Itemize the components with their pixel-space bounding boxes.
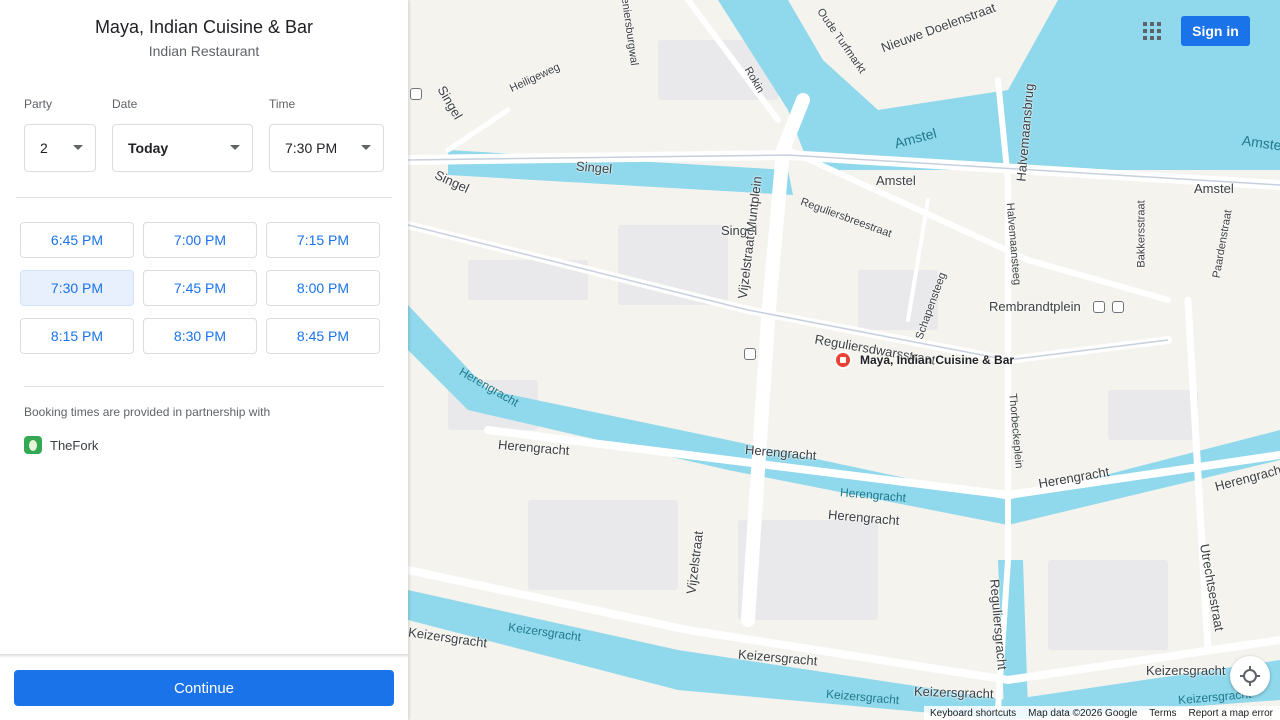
restaurant-type: Indian Restaurant <box>148 43 260 59</box>
party-label: Party <box>24 97 53 111</box>
continue-button[interactable]: Continue <box>14 670 394 706</box>
time-label: Time <box>269 97 296 111</box>
partner-link[interactable]: TheFork <box>24 436 98 454</box>
restaurant-pin-icon[interactable] <box>834 351 852 369</box>
time-slot-715[interactable]: 7:15 PM <box>266 222 380 258</box>
partner-text: Booking times are provided in partnershi… <box>24 405 271 419</box>
date-select[interactable]: Today <box>112 124 253 172</box>
thefork-logo-icon <box>24 436 42 454</box>
booking-panel: Maya, Indian Cuisine & Bar Indian Restau… <box>0 0 408 720</box>
time-slot-845[interactable]: 8:45 PM <box>266 318 380 354</box>
apps-grid-icon[interactable] <box>1143 22 1161 40</box>
time-slot-745[interactable]: 7:45 PM <box>143 270 257 306</box>
divider <box>16 197 392 198</box>
time-select[interactable]: 7:30 PM <box>269 124 384 172</box>
street-label: Singel <box>575 158 613 177</box>
time-slot-815[interactable]: 8:15 PM <box>20 318 134 354</box>
partner-name: TheFork <box>50 437 99 453</box>
report-error-link[interactable]: Report a map error <box>1189 708 1273 719</box>
map-canvas[interactable]: Singel Singel Singel Singel Amstel Amste… <box>408 0 1280 720</box>
street-label: Bakkersstraat <box>1135 200 1148 268</box>
keyboard-shortcuts-link[interactable]: Keyboard shortcuts <box>930 708 1016 719</box>
time-slot-730-selected[interactable]: 7:30 PM <box>20 270 134 306</box>
tram-stop-icon[interactable] <box>1112 301 1124 313</box>
street-label: Keizersgracht <box>1146 663 1226 678</box>
map-footer: Keyboard shortcuts Map data ©2026 Google… <box>924 706 1280 720</box>
chevron-down-icon <box>361 145 371 150</box>
time-value: 7:30 PM <box>285 140 338 156</box>
my-location-button[interactable] <box>1230 656 1270 696</box>
date-label: Date <box>112 97 138 111</box>
restaurant-name: Maya, Indian Cuisine & Bar <box>94 17 314 37</box>
street-label: Keizersgracht <box>913 683 994 702</box>
tram-stop-icon[interactable] <box>410 88 422 100</box>
street-label: Amstel <box>1194 181 1234 196</box>
party-select[interactable]: 2 <box>24 124 96 172</box>
time-slot-700[interactable]: 7:00 PM <box>143 222 257 258</box>
street-label: Rembrandtplein <box>989 299 1081 314</box>
time-slot-grid: 6:45 PM 7:00 PM 7:15 PM 7:30 PM 7:45 PM … <box>20 222 380 354</box>
chevron-down-icon <box>73 145 83 150</box>
tram-stop-icon[interactable] <box>1093 301 1105 313</box>
crosshair-icon <box>1240 666 1260 686</box>
tram-stop-icon[interactable] <box>744 348 756 360</box>
chevron-down-icon <box>230 145 240 150</box>
sign-in-button[interactable]: Sign in <box>1181 16 1250 46</box>
terms-link[interactable]: Terms <box>1149 708 1176 719</box>
time-slot-645[interactable]: 6:45 PM <box>20 222 134 258</box>
time-slot-800[interactable]: 8:00 PM <box>266 270 380 306</box>
time-slot-830[interactable]: 8:30 PM <box>143 318 257 354</box>
street-label: Amstel <box>876 173 916 188</box>
date-value: Today <box>128 140 169 156</box>
party-value: 2 <box>40 140 48 156</box>
footer-shadow <box>0 654 408 658</box>
divider <box>24 386 384 387</box>
pin-label[interactable]: Maya, Indian Cuisine & Bar <box>860 353 1014 367</box>
map-data-attribution: Map data ©2026 Google <box>1028 707 1138 719</box>
